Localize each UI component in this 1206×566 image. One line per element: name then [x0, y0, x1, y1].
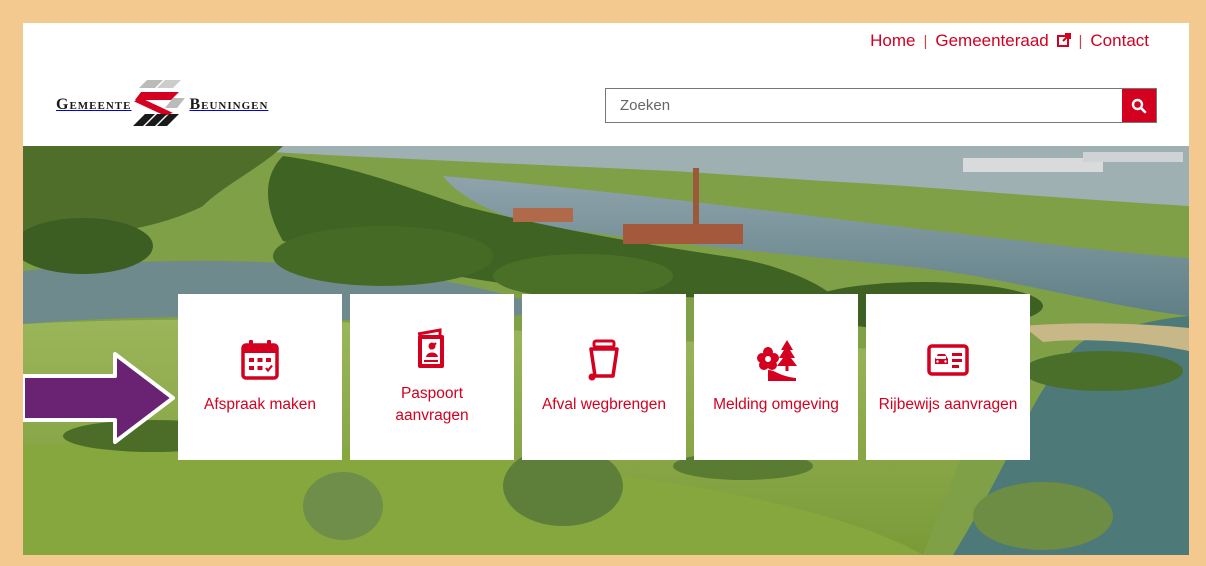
tile-label: Afval wegbrengen	[541, 396, 667, 413]
annotation-arrow-icon	[23, 352, 175, 444]
hero-banner: Afspraak maken Paspoort aanvragen Afval …	[23, 146, 1189, 555]
calendar-icon	[241, 340, 279, 380]
quick-links: Afspraak maken Paspoort aanvragen Afval …	[178, 294, 1030, 460]
nav-council-label: Gemeenteraad	[935, 31, 1049, 50]
tile-melding-omgeving[interactable]: Melding omgeving	[694, 294, 858, 460]
page-frame: Home | Gemeenteraad | Contact Gemeente B…	[23, 23, 1189, 555]
external-link-icon	[1056, 33, 1071, 47]
search-input[interactable]	[606, 89, 1122, 122]
nav-separator: |	[923, 32, 928, 50]
tile-afspraak-maken[interactable]: Afspraak maken	[178, 294, 342, 460]
nav-home-link[interactable]: Home	[870, 31, 915, 51]
tile-label: Paspoort aanvragen	[395, 385, 469, 424]
driving-license-icon	[927, 344, 969, 376]
tile-paspoort-aanvragen[interactable]: Paspoort aanvragen	[350, 294, 514, 460]
tile-label: Rijbewijs aanvragen	[878, 396, 1018, 413]
coat-of-arms-logo-icon	[133, 80, 186, 126]
search-bar	[605, 88, 1157, 123]
search-button[interactable]	[1122, 89, 1156, 122]
tile-rijbewijs-aanvragen[interactable]: Rijbewijs aanvragen	[866, 294, 1030, 460]
waste-bin-icon	[588, 339, 619, 381]
logo-text-right: Beuningen	[189, 96, 269, 113]
environment-icon	[757, 340, 797, 381]
logo-text-left: Gemeente	[56, 96, 132, 113]
nav-contact-link[interactable]: Contact	[1090, 31, 1149, 51]
passport-icon	[417, 328, 444, 368]
top-navigation: Home | Gemeenteraad | Contact	[870, 31, 1149, 51]
nav-separator: |	[1078, 32, 1083, 50]
search-icon	[1131, 98, 1147, 113]
municipality-logo[interactable]: Gemeente Beuningen	[56, 78, 268, 132]
nav-council-link[interactable]: Gemeenteraad	[935, 31, 1071, 51]
tile-label: Melding omgeving	[713, 396, 839, 413]
site-header: Home | Gemeenteraad | Contact Gemeente B…	[23, 23, 1189, 146]
tile-afval-wegbrengen[interactable]: Afval wegbrengen	[522, 294, 686, 460]
tile-label: Afspraak maken	[204, 396, 316, 413]
